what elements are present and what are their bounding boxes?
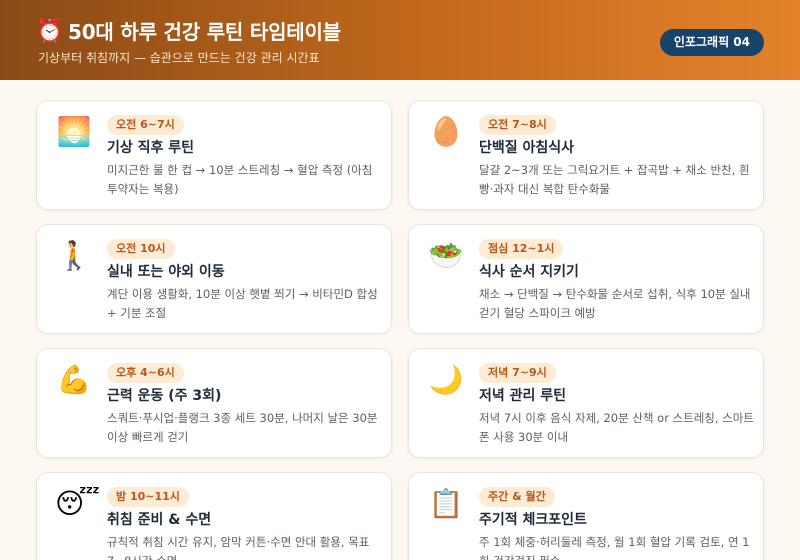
card-description: 계단 이용 생활화, 10분 이상 햇볕 쬐기 → 비타민D 합성 + 기분 조… [107, 287, 378, 320]
routine-card-wakeup: 🌅 오전 6~7시 기상 직후 루틴 미지근한 물 한 컵 → 10분 스트레칭… [36, 100, 392, 210]
routine-card-sleep: 😴 밤 10~11시 취침 준비 & 수면 규칙적 취침 시간 유지, 암막 커… [36, 472, 392, 560]
alarm-clock-icon: ⏰ [36, 19, 64, 44]
page-title: 50대 하루 건강 루틴 타임테이블 [68, 20, 341, 44]
card-description: 스쿼트·푸시업·플랭크 3종 세트 30분, 나머지 날은 30분 이상 빠르게… [107, 411, 378, 444]
card-title: 주기적 체크포인트 [479, 512, 587, 528]
card-description: 주 1회 체중·허리둘레 측정, 월 1회 혈압 기록 검토, 연 1회 건강검… [479, 535, 750, 560]
time-badge: 저녁 7~9시 [479, 363, 556, 383]
card-title: 기상 직후 루틴 [107, 140, 195, 156]
salad-icon: 🥗 [428, 239, 464, 272]
flexed-biceps-icon: 💪 [56, 363, 92, 396]
routine-card-movement: 🚶 오전 10시 실내 또는 야외 이동 계단 이용 생활화, 10분 이상 햇… [36, 224, 392, 334]
sunrise-icon: 🌅 [56, 115, 92, 148]
time-badge: 오후 4~6시 [107, 363, 184, 383]
routine-card-checkpoint: 📋 주간 & 월간 주기적 체크포인트 주 1회 체중·허리둘레 측정, 월 1… [408, 472, 764, 560]
routine-card-evening: 🌙 저녁 7~9시 저녁 관리 루틴 저녁 7시 이후 음식 자제, 20분 산… [408, 348, 764, 458]
time-badge: 주간 & 월간 [479, 487, 555, 507]
routine-card-breakfast: 🥚 오전 7~8시 단백질 아침식사 달걀 2~3개 또는 그릭요거트 + 잡곡… [408, 100, 764, 210]
card-description: 채소 → 단백질 → 탄수화물 순서로 섭취, 식후 10분 실내 걷기 혈당 … [479, 287, 751, 320]
clipboard-icon: 📋 [428, 487, 464, 520]
time-badge: 오전 7~8시 [479, 115, 556, 135]
time-badge: 점심 12~1시 [479, 239, 564, 259]
card-title: 취침 준비 & 수면 [107, 512, 212, 528]
routine-card-strength: 💪 오후 4~6시 근력 운동 (주 3회) 스쿼트·푸시업·플랭크 3종 세트… [36, 348, 392, 458]
sleeping-face-icon: 😴 [55, 487, 100, 520]
time-badge: 밤 10~11시 [107, 487, 189, 507]
card-description: 규칙적 취침 시간 유지, 암막 커튼·수면 안대 활용, 목표 7~8시간 수… [107, 535, 370, 560]
card-title: 식사 순서 지키기 [479, 264, 579, 280]
time-badge: 오전 10시 [107, 239, 175, 259]
card-title: 근력 운동 (주 3회) [107, 388, 222, 404]
walking-person-icon: 🚶 [56, 239, 92, 272]
card-title: 단백질 아침식사 [479, 140, 575, 156]
card-description: 미지근한 물 한 컵 → 10분 스트레칭 → 혈압 측정 (아침 투약자는 복… [107, 163, 373, 196]
page-subtitle: 기상부터 취침까지 — 습관으로 만드는 건강 관리 시간표 [38, 51, 320, 65]
time-badge: 오전 6~7시 [107, 115, 184, 135]
routine-card-lunch: 🥗 점심 12~1시 식사 순서 지키기 채소 → 단백질 → 탄수화물 순서로… [408, 224, 764, 334]
card-description: 저녁 7시 이후 음식 자제, 20분 산책 or 스트레칭, 스마트폰 사용 … [479, 411, 754, 444]
header-banner: ⏰ 50대 하루 건강 루틴 타임테이블 기상부터 취침까지 — 습관으로 만드… [0, 0, 800, 80]
egg-icon: 🥚 [428, 115, 464, 148]
card-title: 저녁 관리 루틴 [479, 388, 567, 404]
infographic-badge: 인포그래픽 04 [659, 29, 764, 56]
title-row: ⏰ 50대 하루 건강 루틴 타임테이블 [36, 18, 341, 46]
card-description: 달걀 2~3개 또는 그릭요거트 + 잡곡밥 + 채소 반찬, 흰빵·과자 대신… [479, 163, 750, 196]
crescent-moon-icon: 🌙 [428, 363, 464, 396]
card-title: 실내 또는 야외 이동 [107, 264, 225, 280]
